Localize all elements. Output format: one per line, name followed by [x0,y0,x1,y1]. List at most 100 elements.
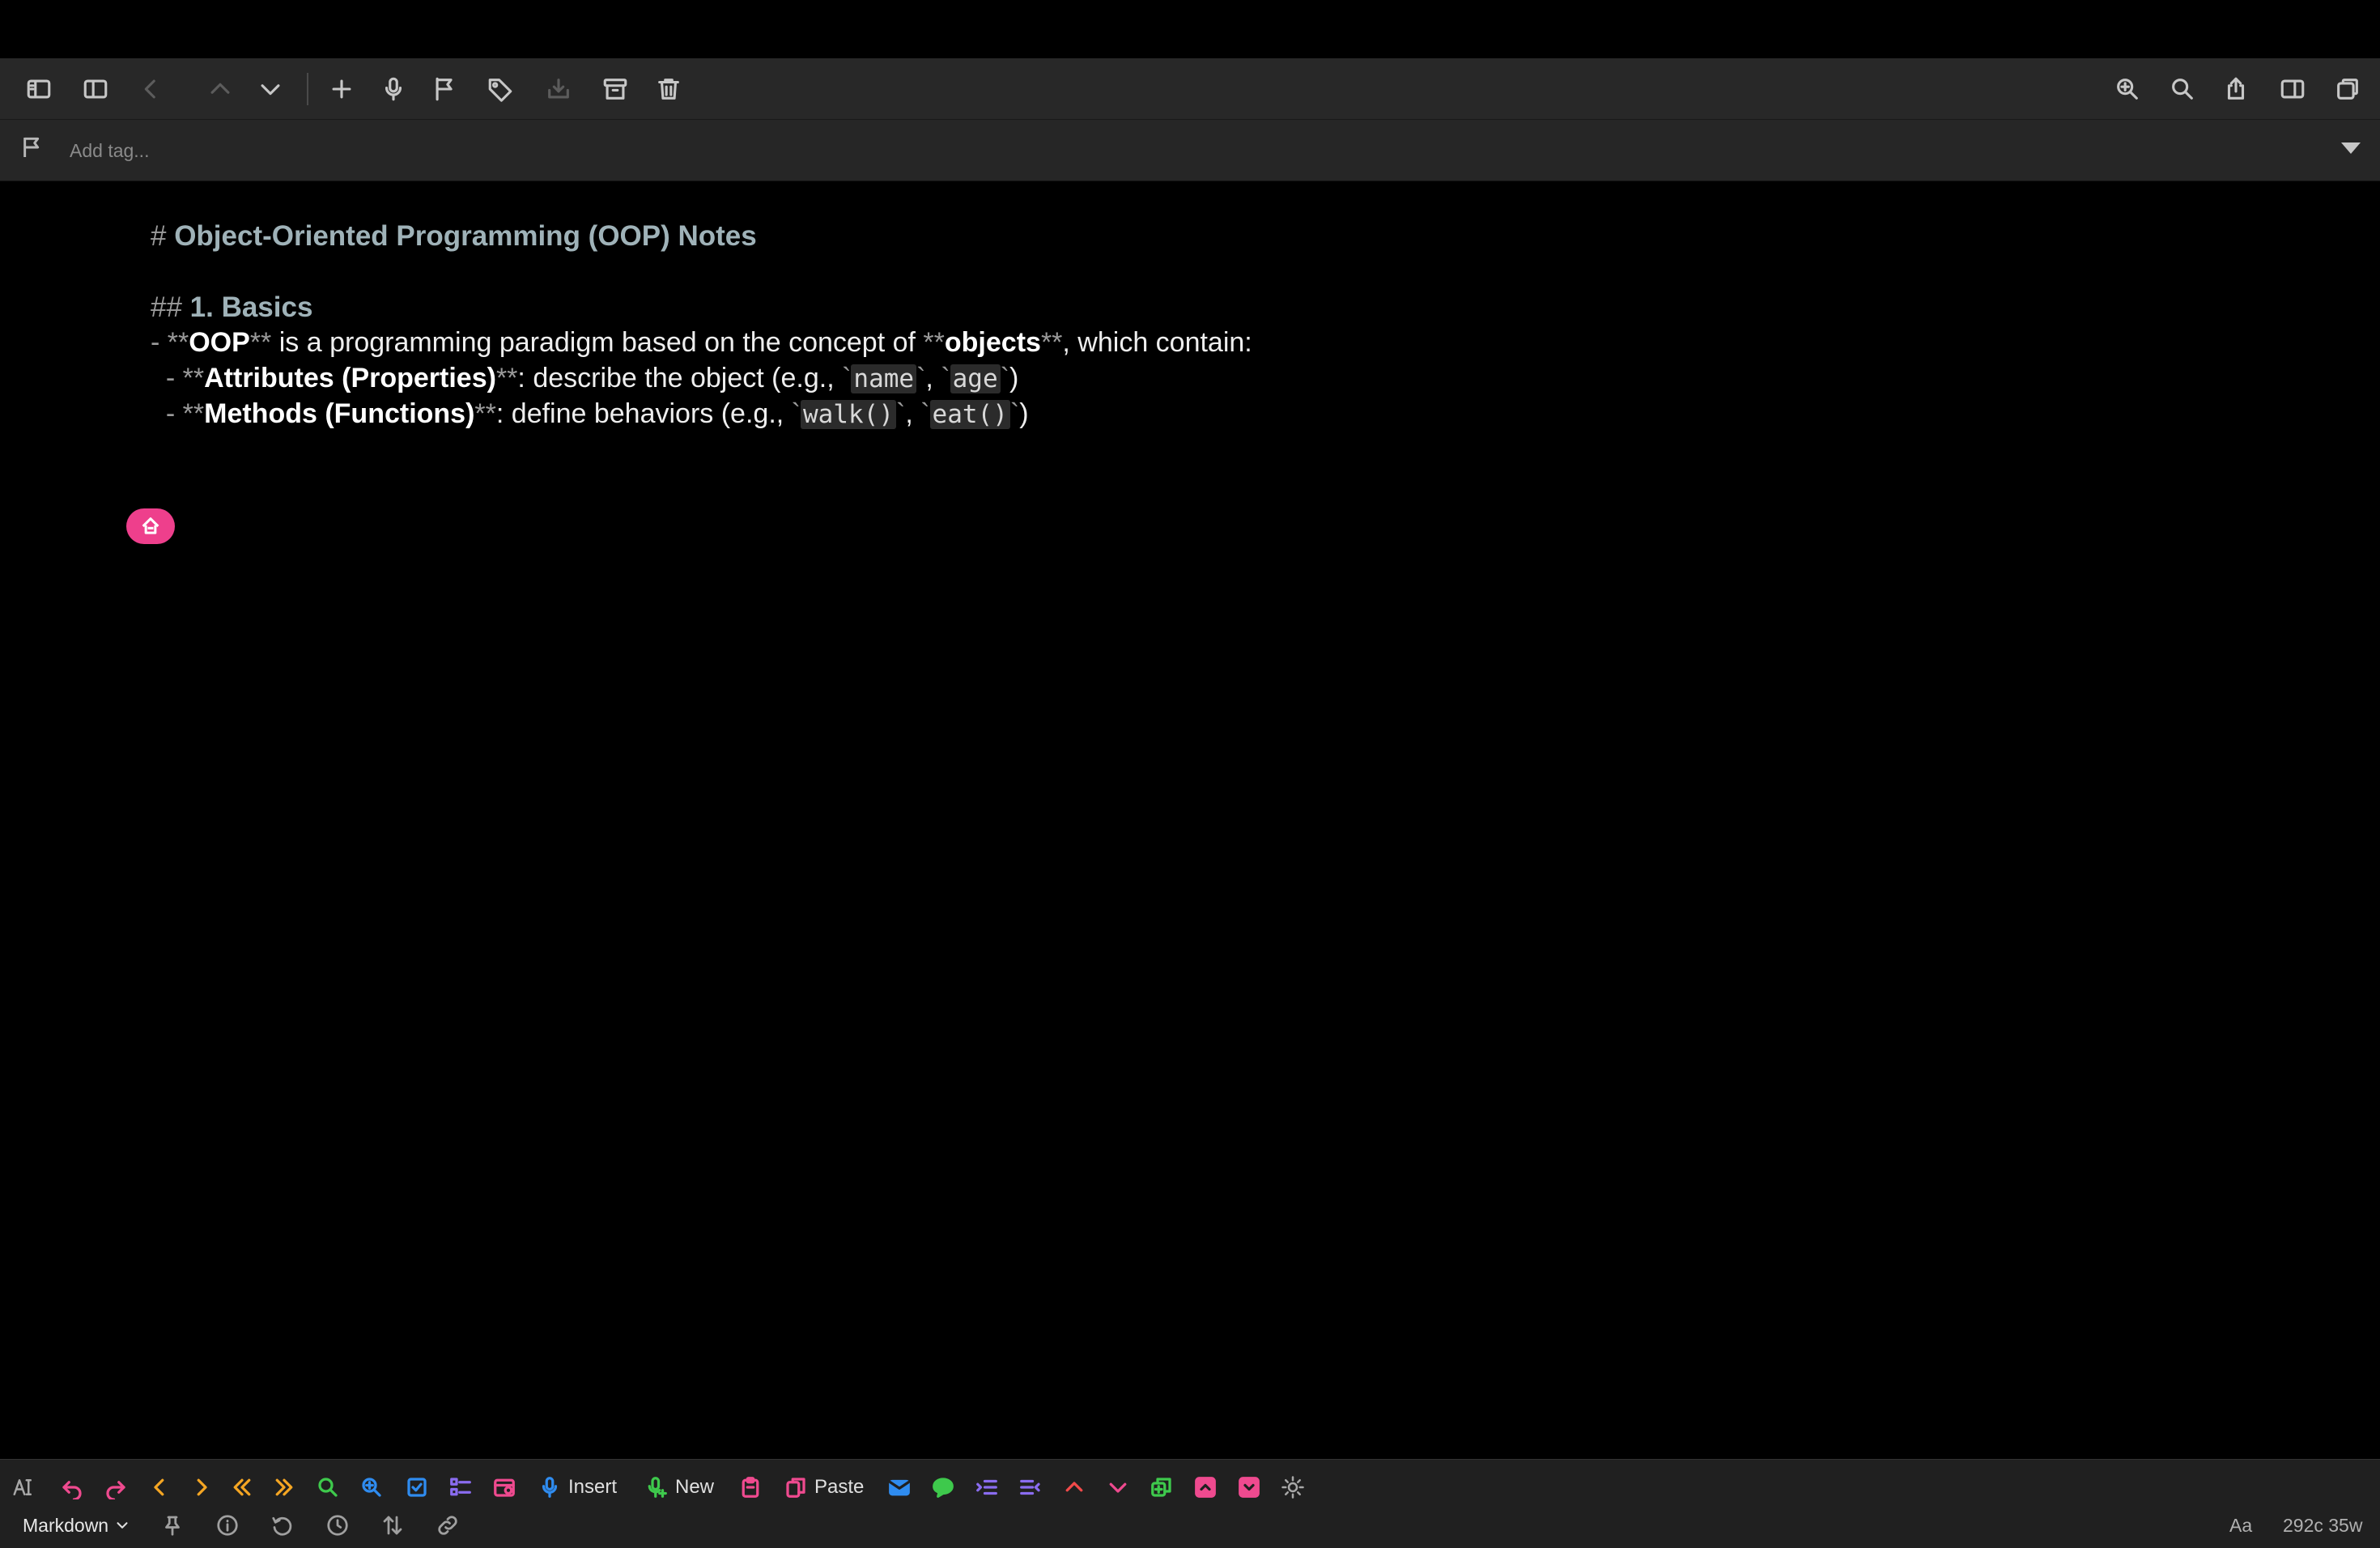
back-button[interactable] [134,73,167,105]
bold-marker: ** [1040,327,1063,358]
share-button[interactable] [2220,73,2252,105]
history-button[interactable] [270,1509,295,1542]
calendar-icon [494,1478,515,1497]
tag-button[interactable] [484,73,516,105]
move-line-down-button[interactable] [1106,1471,1130,1503]
archive-button[interactable] [599,73,631,105]
message-button[interactable] [931,1471,955,1503]
microphone-icon [385,77,402,101]
list-toggle-button[interactable] [79,73,112,105]
calendar-button[interactable] [492,1471,516,1503]
envelope-icon [889,1479,910,1496]
new-dictation-button[interactable]: New [644,1471,714,1503]
trash-icon [658,79,679,100]
insert-label: Insert [568,1476,618,1498]
search-button[interactable] [2166,73,2199,105]
info-button[interactable] [215,1509,240,1542]
syntax-mode-select[interactable]: Markdown [23,1509,131,1542]
note-heading-2: ## 1. Basics [151,291,312,324]
square-chevron-up-icon [1195,1477,1216,1498]
flag-icon [436,77,453,101]
inline-code: name [851,364,917,393]
indent-button[interactable] [975,1471,999,1503]
move-line-up-button[interactable] [1062,1471,1086,1503]
font-settings-button[interactable]: Aa [2229,1509,2252,1542]
select-down-button[interactable] [1237,1471,1261,1503]
sidebar-icon [27,79,51,99]
inspector-toggle-button[interactable] [2276,73,2309,105]
add-tag-input[interactable] [70,134,555,167]
move-right-button[interactable] [189,1471,214,1503]
pin-button[interactable] [160,1509,185,1542]
microphone-plus-icon [648,1477,667,1498]
line-start-button[interactable] [230,1471,254,1503]
zoom-in-icon [362,1478,381,1497]
chevron-right-icon [197,1478,207,1496]
bold-text: Methods (Functions) [204,398,475,429]
dictation-button[interactable] [377,73,410,105]
bold-text: objects [944,327,1041,358]
tag-dropdown-icon[interactable] [2341,142,2361,154]
select-up-button[interactable] [1193,1471,1218,1503]
appearance-button[interactable] [1281,1471,1305,1503]
sort-button[interactable] [380,1509,405,1542]
body-text: ) [1009,363,1019,393]
inspector-icon [2280,79,2305,99]
bold-text: OOP [189,327,250,358]
list-item: - **OOP** is a programming paradigm base… [151,327,1252,359]
code-marker: ` [791,398,801,429]
list-marker: - ** [151,398,205,429]
find-button[interactable] [316,1471,340,1503]
line-end-button[interactable] [272,1471,296,1503]
body-text: is a programming paradigm based on the c… [271,327,924,358]
inline-code: eat() [929,400,1010,429]
body-text: : define behaviors (e.g., [495,398,792,429]
sidebar-toggle-button[interactable] [23,73,55,105]
link-button[interactable] [436,1509,460,1542]
paste-button[interactable]: Paste [784,1471,864,1503]
next-note-button[interactable] [254,73,287,105]
heading-marker: # [151,220,175,252]
flag-button[interactable] [429,73,461,105]
find-replace-button[interactable] [359,1471,384,1503]
tag-flag-button[interactable] [19,134,52,167]
share-icon [2227,77,2245,100]
insert-dictation-button[interactable]: Insert [538,1471,617,1503]
note-editor[interactable]: # Object-Oriented Programming (OOP) Note… [0,181,2380,1459]
new-note-button[interactable] [325,73,358,105]
copy-button[interactable] [738,1471,763,1503]
main-toolbar [0,58,2380,120]
scroll-to-top-button[interactable] [126,508,175,544]
sun-icon [1281,1476,1304,1499]
text-style-button[interactable] [11,1471,36,1503]
download-icon [548,79,569,99]
outdent-button[interactable] [1018,1471,1043,1503]
move-button[interactable] [542,73,575,105]
outdent-icon [1020,1479,1040,1495]
checkbox-button[interactable] [405,1471,429,1503]
sort-icon [383,1516,402,1535]
delete-button[interactable] [652,73,685,105]
search-icon [318,1478,338,1497]
bold-marker: ** [249,327,272,358]
bold-marker: ** [495,363,518,393]
flag-icon [23,137,40,157]
duplicate-button[interactable] [1150,1471,1174,1503]
indent-icon [976,1479,997,1495]
code-marker: ` [895,398,906,429]
body-text: , which contain: [1062,327,1252,358]
undo-button[interactable] [60,1471,84,1503]
reminder-button[interactable] [325,1509,350,1542]
code-marker: ` [941,363,950,393]
up-icon [210,83,230,94]
new-window-button[interactable] [2331,73,2364,105]
square-chevron-down-icon [1239,1477,1260,1498]
heading-marker: ## [151,291,190,323]
email-button[interactable] [887,1471,912,1503]
zoom-button[interactable] [2111,73,2144,105]
previous-note-button[interactable] [204,73,236,105]
move-left-button[interactable] [147,1471,172,1503]
task-list-button[interactable] [448,1471,473,1503]
redo-button[interactable] [104,1471,128,1503]
redo-icon [106,1481,125,1499]
